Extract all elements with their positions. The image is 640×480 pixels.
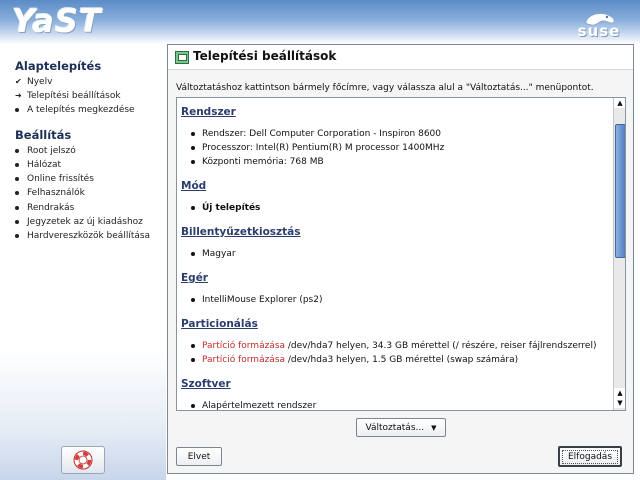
sidebar-item-root-password: Root jelszó — [15, 146, 76, 159]
format-warning-text: Partíció formázása — [202, 341, 286, 351]
help-button[interactable] — [61, 446, 105, 474]
sidebar-item-release-notes: Jegyzetek az új kiadáshoz — [15, 217, 143, 230]
list-item: Partíció formázása /dev/hda7 helyen, 34.… — [191, 341, 596, 351]
bullet-icon — [15, 162, 19, 167]
section-link-software[interactable]: Szoftver — [181, 378, 231, 390]
list-item: Központi memória: 768 MB — [191, 157, 324, 167]
change-menu-button[interactable]: Változtatás... ▼ — [356, 418, 446, 437]
panel-title-bar: Telepítési beállítások — [168, 45, 633, 70]
sidebar-item-install-settings: ➜ Telepítési beállítások — [15, 91, 121, 104]
item-text: Alapértelmezett rendszer — [202, 401, 317, 411]
sidebar-section-basic-install: Alaptelepítés — [15, 59, 102, 73]
sidebar-item-label: Jegyzetek az új kiadáshoz — [27, 217, 143, 227]
main-panel: Telepítési beállítások Változtatáshoz ka… — [167, 44, 634, 474]
bullet-icon — [15, 205, 19, 210]
sidebar-item-label: Telepítési beállítások — [27, 91, 121, 101]
item-text: IntelliMouse Explorer (ps2) — [202, 295, 323, 305]
bullet-icon — [191, 343, 195, 348]
abort-button-label: Elvet — [187, 451, 211, 462]
format-warning-text: Partíció formázása — [202, 355, 286, 365]
list-item: Processzor: Intel(R) Pentium(R) M proces… — [191, 143, 444, 153]
accept-button-label: Elfogadás — [562, 449, 619, 464]
section-link-mouse[interactable]: Egér — [181, 272, 208, 284]
header-banner: YaST suse — [0, 0, 640, 44]
bullet-icon — [191, 131, 195, 136]
chevron-down-icon: ▼ — [431, 423, 437, 432]
suse-brand-text: suse — [577, 22, 621, 40]
lifebuoy-icon — [73, 450, 93, 470]
list-item: Partíció formázása /dev/hda3 helyen, 1.5… — [191, 355, 518, 365]
item-text: Központi memória: 768 MB — [202, 157, 324, 167]
accept-button[interactable]: Elfogadás — [558, 446, 622, 467]
sidebar-item-label: Hardvereszközök beállítása — [27, 231, 151, 241]
bullet-icon — [15, 219, 19, 224]
sidebar-item-label: Root jelszó — [27, 146, 76, 156]
list-item: Új telepítés — [191, 203, 260, 213]
settings-window-icon — [175, 51, 189, 64]
sidebar-item-label: A telepítés megkezdése — [27, 105, 135, 115]
bullet-icon — [15, 176, 19, 181]
page-title: Telepítési beállítások — [193, 49, 337, 63]
list-item: Rendszer: Dell Computer Corporation - In… — [191, 129, 441, 139]
abort-button[interactable]: Elvet — [176, 447, 222, 466]
list-item: Magyar — [191, 249, 236, 259]
scroll-down-arrow-icon[interactable]: ▼ — [614, 398, 625, 408]
list-item: Alapértelmezett rendszer — [191, 401, 317, 411]
sidebar-section-configuration: Beállítás — [15, 128, 72, 142]
sidebar-item-label: Online frissítés — [27, 174, 94, 184]
sidebar-item-cleanup: Rendrakás — [15, 203, 74, 216]
section-link-partitioning[interactable]: Particionálás — [181, 318, 258, 330]
checkmark-icon: ✔ — [15, 77, 22, 86]
suse-logo: suse — [576, 8, 622, 40]
list-item: IntelliMouse Explorer (ps2) — [191, 295, 322, 305]
sidebar-item-language: ✔ Nyelv — [15, 77, 52, 90]
bullet-icon — [15, 233, 19, 238]
scroll-up-arrow-icon[interactable]: ▲ — [614, 388, 625, 398]
sidebar-item-users: Felhasználók — [15, 188, 85, 201]
sidebar: Alaptelepítés ✔ Nyelv ➜ Telepítési beállít… — [0, 44, 166, 480]
bullet-icon — [191, 403, 195, 408]
bullet-icon — [191, 251, 195, 256]
section-link-keyboard[interactable]: Billentyűzetkiosztás — [181, 226, 301, 238]
sidebar-item-network: Hálózat — [15, 160, 61, 173]
arrow-right-icon: ➜ — [15, 91, 22, 100]
bullet-icon — [191, 357, 195, 362]
sidebar-item-label: Hálózat — [27, 160, 62, 170]
bullet-icon — [15, 148, 19, 153]
sidebar-item-label: Rendrakás — [27, 203, 75, 213]
summary-scrollbar[interactable]: ▲ ▲ ▼ — [613, 98, 625, 410]
item-text: Processzor: Intel(R) Pentium(R) M proces… — [202, 143, 445, 153]
sidebar-item-hardware-config: Hardvereszközök beállítása — [15, 231, 150, 244]
bullet-icon — [191, 205, 195, 210]
bullet-icon — [15, 190, 19, 195]
yast-logo: YaST — [12, 2, 102, 40]
intro-text: Változtatáshoz kattintson bármely főcímr… — [176, 83, 594, 93]
installation-summary: Rendszer Rendszer: Dell Computer Corpora… — [176, 97, 626, 411]
sidebar-item-start-install: A telepítés megkezdése — [15, 105, 135, 118]
sidebar-item-online-update: Online frissítés — [15, 174, 94, 187]
scroll-up-arrow-icon[interactable]: ▲ — [614, 98, 625, 108]
bullet-icon — [191, 145, 195, 150]
item-text: /dev/hda7 helyen, 34.3 GB mérettel (/ ré… — [285, 341, 597, 351]
bullet-icon — [15, 107, 19, 112]
sidebar-item-label: Felhasználók — [27, 188, 85, 198]
item-text: Rendszer: Dell Computer Corporation - In… — [202, 129, 441, 139]
item-text: Új telepítés — [202, 203, 261, 213]
section-link-system[interactable]: Rendszer — [181, 106, 236, 118]
item-text: /dev/hda3 helyen, 1.5 GB mérettel (swap … — [285, 355, 519, 365]
item-text: Magyar — [202, 249, 236, 259]
scroll-thumb[interactable] — [615, 124, 625, 258]
sidebar-item-label: Nyelv — [27, 77, 53, 87]
bullet-icon — [191, 159, 195, 164]
bullet-icon — [191, 297, 195, 302]
change-button-label: Változtatás... — [365, 422, 425, 433]
section-link-mode[interactable]: Mód — [181, 180, 206, 192]
